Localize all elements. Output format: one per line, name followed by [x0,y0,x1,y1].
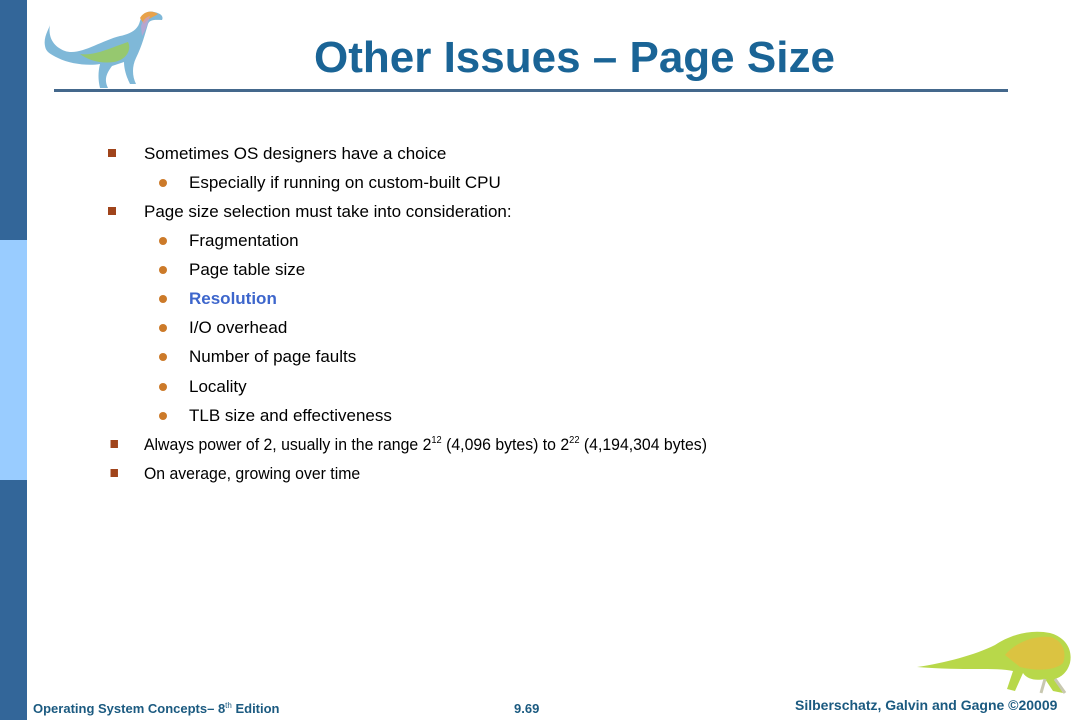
square-bullet-icon [108,207,116,215]
side-bar-top [0,0,27,240]
bullet-item: TLB size and effectiveness [159,406,392,426]
square-bullet-icon [110,440,118,448]
dinosaur-icon [917,631,1071,694]
footer-page-number: 9.69 [514,701,540,716]
bullet-item: Especially if running on custom-built CP… [159,173,501,193]
square-bullet-icon [108,149,116,157]
dot-bullet-icon [159,383,167,391]
dot-bullet-icon [159,324,167,332]
bullet-item: Page table size [159,260,305,280]
bullet-item: On average, growing over time [110,464,360,484]
slide-title: Other Issues – Page Size [314,33,835,82]
dot-bullet-icon [159,179,167,187]
dot-bullet-icon [159,266,167,274]
bullet-item: Fragmentation [159,231,299,251]
bullet-item: Page size selection must take into consi… [108,202,512,222]
bullet-item: Locality [159,377,247,397]
footer-book-title: Operating System Concepts– 8th Edition [33,701,280,716]
dinosaur-icon [44,11,163,89]
exponent: 22 [569,435,580,446]
exponent: 12 [431,435,442,446]
bullet-item: Number of page faults [159,347,356,367]
bullet-item: Sometimes OS designers have a choice [108,144,446,164]
bullet-item: I/O overhead [159,318,287,338]
square-bullet-icon [110,469,118,477]
side-bar-bottom [0,480,27,720]
dot-bullet-icon [159,353,167,361]
dot-bullet-icon [159,295,167,303]
footer-copyright: Silberschatz, Galvin and Gagne ©20009 [795,697,1058,713]
bullet-item: Always power of 2, usually in the range … [110,435,707,455]
title-divider [54,89,1008,92]
dot-bullet-icon [159,237,167,245]
side-bar-middle [0,240,27,480]
dot-bullet-icon [159,412,167,420]
bullet-item-highlighted: Resolution [159,289,277,309]
